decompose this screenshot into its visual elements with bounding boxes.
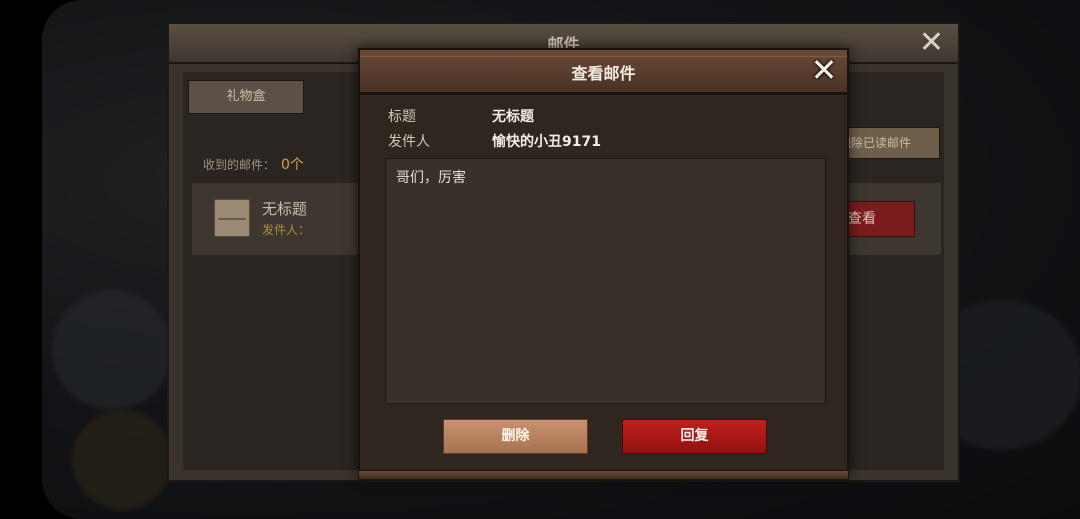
- mail-content-box[interactable]: 哥们，厉害: [385, 158, 826, 404]
- sender-label: 发件人: [388, 134, 430, 150]
- dialog-title: 查看邮件: [571, 64, 636, 83]
- dialog-bottom-frame: [358, 470, 849, 480]
- subject-value: 无标题: [492, 109, 534, 125]
- envelope-icon: [214, 199, 250, 237]
- close-icon[interactable]: ✕: [919, 28, 944, 58]
- mail-body-text: 哥们，厉害: [396, 170, 466, 186]
- game-screen: 邮件 ✕ 礼物盒 收到的邮件： 0个 删除已读邮件 无标题 发件人： 查看 查看邮…: [42, 0, 1080, 519]
- dialog-header: 查看邮件 ✕: [360, 50, 847, 95]
- close-icon[interactable]: ✕: [807, 54, 841, 88]
- reply-button[interactable]: 回复: [622, 419, 767, 454]
- received-mail-summary: 收到的邮件： 0个: [203, 154, 304, 174]
- delete-button[interactable]: 删除: [443, 419, 588, 454]
- received-label: 收到的邮件：: [203, 158, 276, 172]
- subject-label: 标题: [388, 109, 416, 125]
- sender-value: 愉快的小丑9171: [492, 134, 601, 150]
- mail-item-title: 无标题: [262, 200, 308, 218]
- mail-item-sender: 发件人：: [262, 223, 311, 237]
- tab-gift-box[interactable]: 礼物盒: [188, 80, 304, 114]
- view-mail-dialog: 查看邮件 ✕ 标题 无标题 发件人 愉快的小丑9171 哥们，厉害 删除 回复: [358, 48, 849, 480]
- received-count: 0个: [281, 157, 304, 173]
